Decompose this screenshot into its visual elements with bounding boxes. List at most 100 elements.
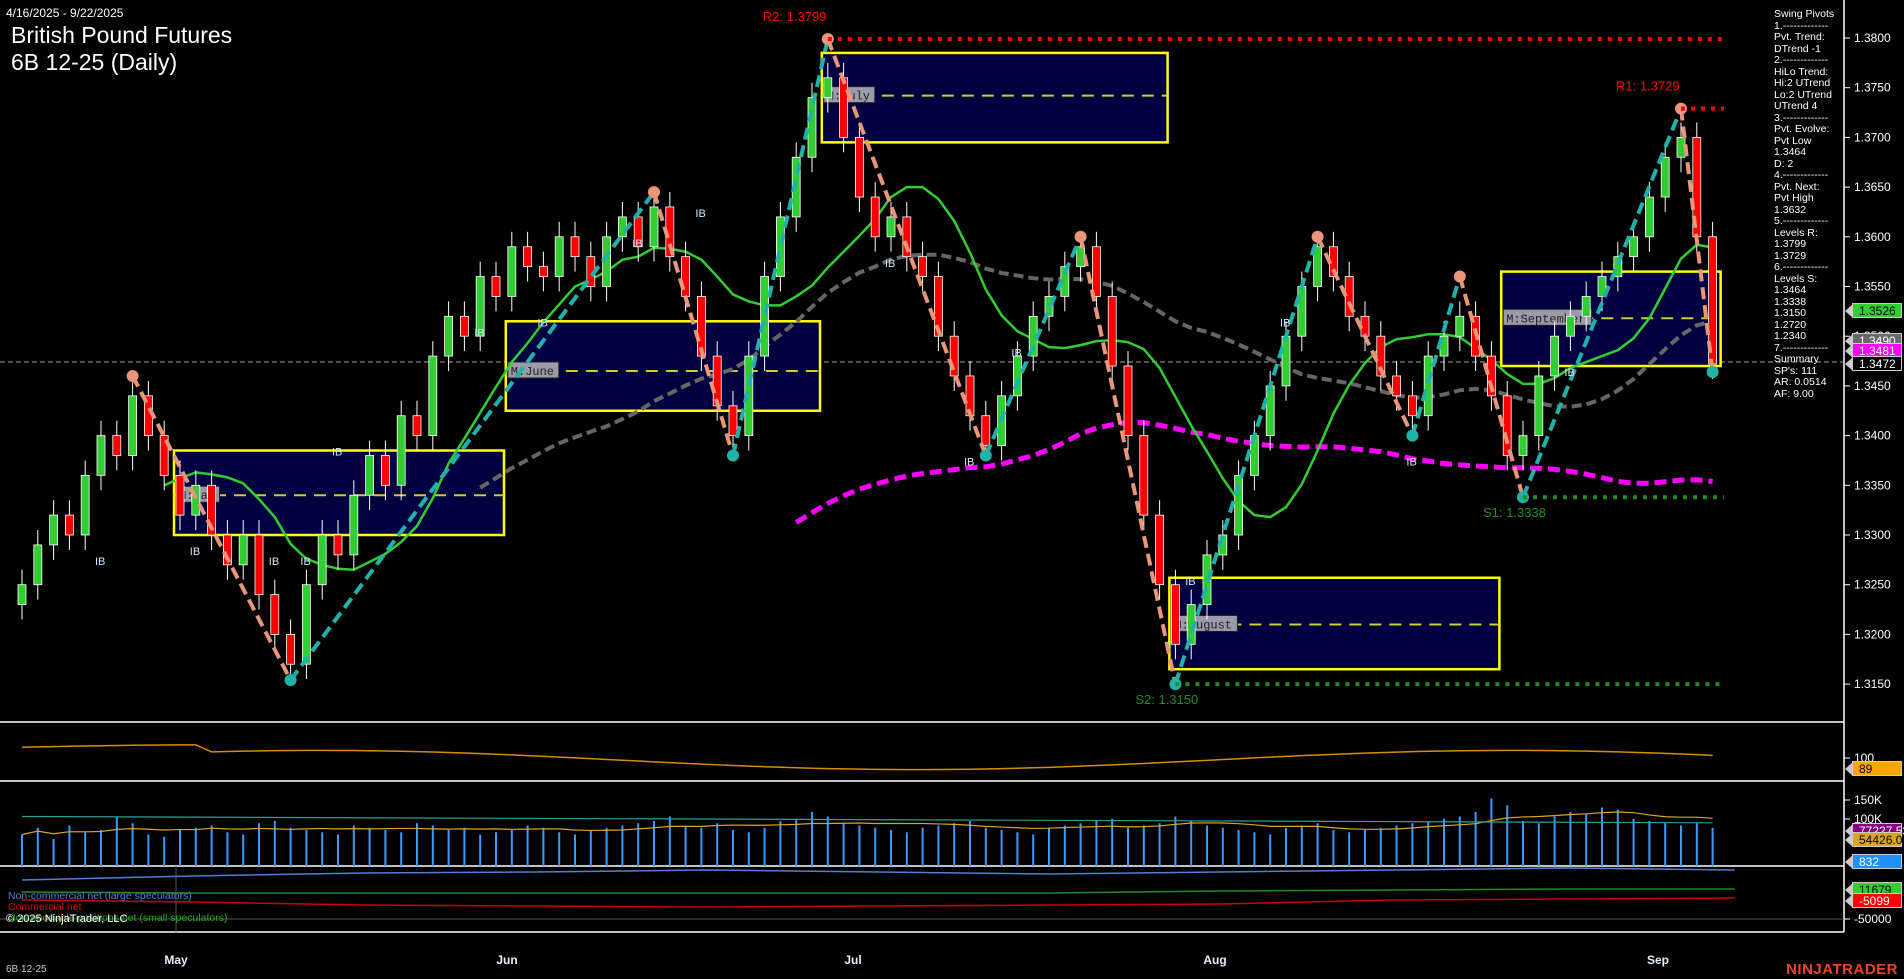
pivot-info-line: Summary	[1774, 353, 1819, 365]
month-label-aug: Aug	[1203, 953, 1227, 967]
candle-up	[886, 216, 896, 238]
candle-up	[1013, 355, 1022, 397]
ib-label: IB	[95, 556, 105, 568]
swing-pivots-panel: Swing Pivots 1.------------- Pvt. Trend: DT…	[1774, 8, 1835, 400]
ib-label: IB	[190, 546, 200, 558]
pivot-info-line: Hi:2 UTrend	[1774, 77, 1831, 89]
candle-down	[918, 256, 927, 277]
chart-title: British Pound Futures 6B 12-25 (Daily)	[11, 22, 232, 76]
cot-line	[21, 897, 1735, 908]
candle-up	[17, 584, 27, 605]
candle-up	[776, 216, 785, 277]
candle-down	[539, 266, 548, 277]
candle-up	[1423, 355, 1433, 417]
ib-label: IB	[632, 238, 642, 250]
candle-down	[1408, 395, 1417, 417]
candle-down	[412, 415, 422, 437]
pivot-high-marker	[1453, 270, 1466, 283]
pivot-info-line: AF: 9.00	[1774, 387, 1814, 400]
pivot-high-marker	[648, 186, 660, 199]
candle-up	[96, 435, 106, 476]
pivot-info-line: 4.-------------	[1774, 169, 1829, 181]
ninjatrader-logo: NINJATRADER	[1786, 961, 1898, 978]
candle-down	[459, 315, 469, 337]
candle-up	[1660, 156, 1670, 198]
pivot-info-line: 6.-------------	[1774, 261, 1829, 273]
ib-label: IB	[1011, 347, 1021, 359]
price-chart[interactable]: 1.3150 1.3200 1.3250 1.3300 1.3350 1.3400 1.34…	[0, 0, 1904, 979]
candle-down	[1092, 246, 1101, 297]
y-tick-label: 1.3250	[1854, 578, 1891, 592]
y-tick-label: 1.3350	[1854, 478, 1891, 492]
level-label: S2: 1.3150	[1135, 692, 1198, 707]
y-tick-label: 1.3150	[1854, 677, 1891, 691]
pivot-info-line: Swing Pivots	[1774, 8, 1835, 20]
candle-down	[712, 355, 722, 407]
candle-down	[65, 514, 74, 536]
y-tick-label: 1.3300	[1854, 528, 1891, 542]
candle-up	[349, 494, 359, 556]
instrument-footer: 6B 12-25	[6, 964, 47, 975]
candle-up	[80, 474, 90, 536]
candle-up	[807, 97, 817, 158]
ib-label: IB	[269, 556, 279, 568]
candle-up	[444, 315, 454, 357]
pivot-info-line: Pvt High	[1774, 192, 1814, 204]
candle-down	[1107, 296, 1117, 367]
candle-down	[380, 455, 390, 486]
ib-label: IB	[1280, 317, 1290, 329]
candle-up	[823, 77, 833, 99]
y-tick-label: 1.3200	[1854, 627, 1891, 641]
candle-down	[981, 415, 991, 446]
pivot-low-marker	[1406, 429, 1419, 442]
y-tick-label: 1.3450	[1854, 379, 1891, 393]
candle-down	[112, 435, 122, 456]
pivot-info-line: 1.3464	[1774, 146, 1807, 158]
pivot-info-line: 1.2340	[1774, 330, 1807, 342]
pivot-info-line: AR: 0.0514	[1774, 376, 1827, 388]
pivot-info-line: Pvt. Evolve:	[1774, 123, 1830, 135]
value-tag: 1.3526	[1845, 303, 1902, 318]
candle-up	[428, 355, 438, 436]
candle-up	[649, 206, 659, 248]
swing-up-leg	[288, 190, 656, 682]
date-range: 4/16/2025 - 9/22/2025	[6, 6, 124, 20]
ib-label: IB	[474, 327, 484, 339]
candle-up	[1265, 385, 1275, 436]
candle-up	[1313, 246, 1322, 287]
y-tick-label: 1.3650	[1854, 180, 1891, 194]
candle-up	[1518, 435, 1528, 456]
pivot-info-line: UTrend 4	[1774, 100, 1818, 112]
value-tag: -5099	[1845, 893, 1902, 908]
candle-up	[507, 246, 517, 297]
candle-down	[523, 246, 532, 268]
candle-up	[1550, 335, 1559, 377]
ib-label: IB	[300, 556, 310, 568]
swing-down-leg	[1078, 236, 1178, 685]
candle-up	[396, 415, 406, 486]
y-tick-label: 1.3550	[1854, 280, 1891, 294]
candle-down	[270, 594, 280, 635]
pivot-high-marker	[126, 369, 139, 382]
candle-up	[128, 395, 138, 456]
ib-label: IB	[1185, 576, 1195, 588]
instrument-contract: 6B 12-25 (Daily)	[11, 49, 178, 75]
candle-up	[365, 455, 375, 496]
candle-up	[760, 276, 769, 357]
candle-up	[49, 514, 58, 546]
month-label-sep: Sep	[1646, 953, 1670, 967]
level-label: R2: 1.3799	[763, 9, 827, 24]
candle-down	[254, 534, 264, 596]
candle-up	[33, 544, 43, 586]
month-label-jun: Jun	[496, 953, 518, 967]
ib-label: IB	[1406, 457, 1416, 469]
candle-up	[618, 216, 627, 238]
instrument-name: British Pound Futures	[11, 22, 233, 48]
candle-down	[1171, 584, 1180, 645]
candle-up	[1645, 196, 1654, 238]
candle-down	[570, 236, 580, 258]
candle-up	[1297, 286, 1307, 337]
candle-up	[1629, 236, 1638, 258]
pivot-info-line: 5.-------------	[1774, 215, 1829, 227]
ib-label: IB	[964, 457, 974, 469]
